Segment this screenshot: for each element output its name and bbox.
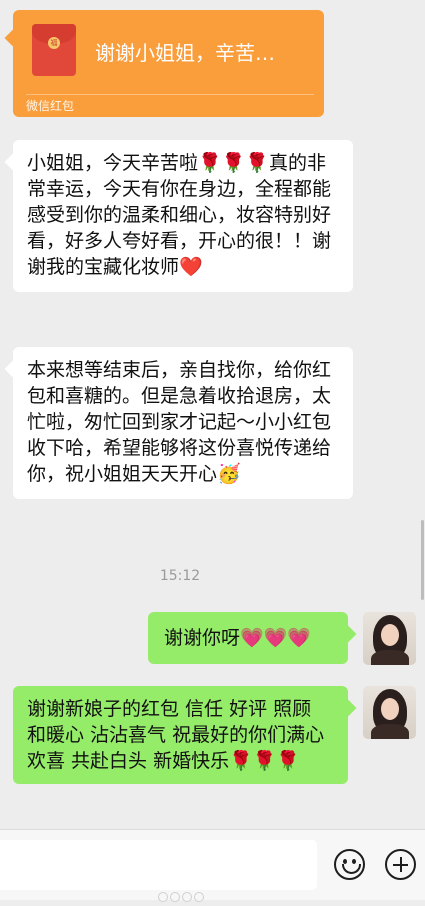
red-envelope-seal: 福 (48, 37, 60, 49)
plus-circle-icon[interactable] (385, 849, 416, 880)
red-packet-label: 微信红包 (26, 99, 75, 113)
red-packet-title: 谢谢小姐姐，辛苦… (95, 41, 275, 65)
scrollbar[interactable] (421, 520, 424, 600)
message-text: 谢谢新娘子的红包 信任 好评 照顾 和暖心 沾沾喜气 祝最好的你们满心欢喜 共赴… (27, 698, 325, 772)
message-text: 本来想等结束后，亲自找你，给你红包和喜糖的。但是急着收拾退房，太忙啦，匆忙回到家… (27, 359, 332, 485)
smiley-face-icon[interactable] (334, 849, 365, 880)
page-indicator (158, 887, 206, 906)
message-bubble-received[interactable]: 小姐姐，今天辛苦啦🌹🌹🌹真的非常幸运，今天有你在身边，全程都能感受到你的温柔和细… (13, 140, 353, 292)
message-bubble-sent[interactable]: 谢谢你呀💗💗💗 (148, 612, 348, 664)
red-packet-message[interactable]: 福 谢谢小姐姐，辛苦… 微信红包 (13, 10, 324, 117)
input-bar (0, 829, 425, 900)
message-bubble-sent[interactable]: 谢谢新娘子的红包 信任 好评 照顾 和暖心 沾沾喜气 祝最好的你们满心欢喜 共赴… (13, 686, 348, 784)
chat-timestamp: 15:12 (159, 568, 201, 584)
red-packet-divider (26, 94, 314, 95)
message-input[interactable] (0, 840, 317, 890)
red-envelope-icon: 福 (32, 24, 76, 76)
avatar[interactable] (363, 686, 416, 739)
message-text: 小姐姐，今天辛苦啦🌹🌹🌹真的非常幸运，今天有你在身边，全程都能感受到你的温柔和细… (27, 152, 332, 278)
message-bubble-received[interactable]: 本来想等结束后，亲自找你，给你红包和喜糖的。但是急着收拾退房，太忙啦，匆忙回到家… (13, 347, 353, 499)
message-text: 谢谢你呀💗💗💗 (164, 627, 311, 649)
avatar[interactable] (363, 612, 416, 665)
